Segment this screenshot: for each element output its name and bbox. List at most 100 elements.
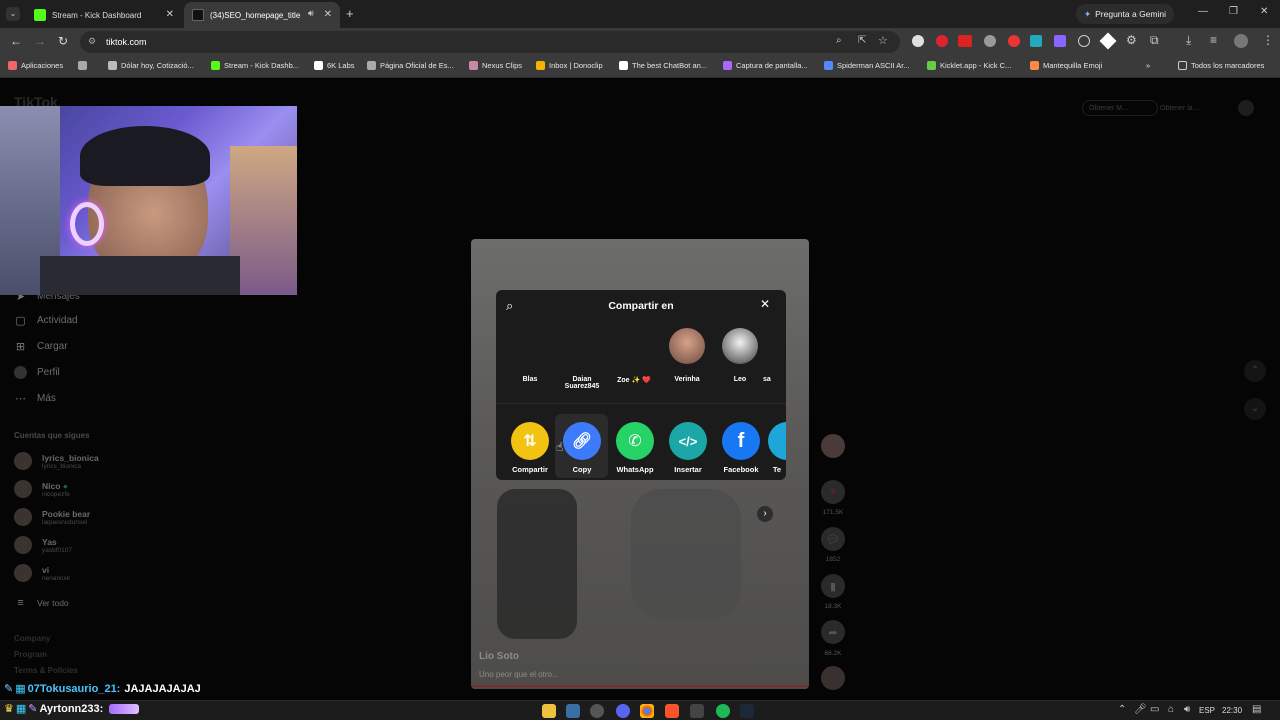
back-icon[interactable]: ← (10, 34, 22, 48)
brave-icon[interactable] (665, 704, 679, 718)
bookmark-item[interactable]: Página Oficial de Es... (367, 61, 454, 70)
share-contact[interactable]: sa (763, 376, 783, 383)
forward-icon[interactable]: → (34, 34, 46, 48)
close-tab-icon[interactable]: ✕ (324, 9, 332, 20)
chrome-icon[interactable] (640, 704, 654, 718)
bookmark-item[interactable]: Dólar hoy, Cotizació... (108, 61, 194, 70)
contact-avatar[interactable] (722, 328, 758, 364)
network-icon[interactable]: ⌂ (1168, 704, 1174, 715)
bookmark-item[interactable]: The best ChatBot an... (619, 61, 707, 70)
file-explorer-icon[interactable] (542, 704, 556, 718)
gemini-button[interactable]: ✦ Pregunta a Gemini (1076, 4, 1174, 24)
media-icon[interactable]: ≡ (1210, 33, 1217, 47)
volume-icon[interactable]: 🔊︎ (1184, 704, 1190, 715)
extension-icon[interactable] (1054, 35, 1066, 47)
extension-icon[interactable] (1008, 35, 1020, 47)
sidebar-item-more[interactable]: ⋯ Más (14, 392, 56, 405)
bookmark-item[interactable]: Inbox | Donoclip (536, 61, 603, 70)
share-contact[interactable]: Verinha (662, 376, 712, 383)
prev-video-icon[interactable]: ⌃ (1244, 360, 1266, 382)
extension-icon[interactable] (984, 35, 996, 47)
bookmark-item[interactable]: Stream - Kick Dashb... (211, 61, 299, 70)
share-option-embed[interactable]: </> Insertar (663, 422, 713, 474)
tray-icon[interactable]: ▭ (1150, 704, 1159, 715)
share-option-facebook[interactable]: f Facebook (716, 422, 766, 474)
reload-icon[interactable]: ↻ (58, 34, 68, 48)
info-icon[interactable] (1078, 35, 1090, 47)
tab-search-icon[interactable]: ⌄ (6, 7, 20, 21)
extension-icon[interactable]: ⚙ (1126, 33, 1137, 47)
extension-icon[interactable] (1030, 35, 1042, 47)
profile-avatar[interactable] (1234, 34, 1248, 48)
next-video-icon[interactable]: ⌄ (1244, 398, 1266, 420)
following-account[interactable]: lyrics_bionica lyrics_bionica (14, 452, 99, 470)
clock[interactable]: 22:30 (1222, 706, 1242, 715)
steam-icon[interactable] (566, 704, 580, 718)
language-indicator[interactable]: ESP (1199, 706, 1215, 715)
comment-icon[interactable]: 💬︎ (821, 527, 845, 551)
extension-icon[interactable] (936, 35, 948, 47)
bookmark-icon[interactable]: ▮ (821, 574, 845, 598)
app-icon[interactable] (690, 704, 704, 718)
site-info-icon[interactable]: ⚙ (88, 36, 96, 47)
share-option-telegram[interactable]: Te (768, 422, 786, 474)
bookmark-item[interactable]: Aplicaciones (8, 61, 63, 70)
footer-link[interactable]: Program (14, 650, 47, 659)
adblock-icon[interactable] (958, 35, 972, 47)
video-progress-bar[interactable] (471, 685, 809, 687)
all-bookmarks[interactable]: Todos los marcadores (1178, 61, 1264, 70)
share-icon[interactable]: ➦ (821, 620, 845, 644)
scroll-right-icon[interactable]: › (757, 506, 773, 522)
tab-kick-dashboard[interactable]: Stream - Kick Dashboard ✕ (26, 2, 182, 28)
new-tab-icon[interactable]: + (346, 6, 354, 21)
footer-link[interactable]: Company (14, 634, 50, 643)
following-account[interactable]: Nico ● nicopezfe (14, 480, 70, 498)
user-avatar[interactable] (1238, 100, 1254, 116)
bookmark-item[interactable]: Kicklet.app - Kick C... (927, 61, 1011, 70)
more-bookmarks-icon[interactable]: » (1146, 61, 1150, 70)
zoom-icon[interactable]: ⌕ (836, 35, 842, 46)
bookmark-item[interactable]: Mantequilla Emoji (1030, 61, 1102, 70)
discord-icon[interactable] (616, 704, 630, 718)
bookmark-item[interactable]: Captura de pantalla... (723, 61, 808, 70)
bookmark-item[interactable]: Nexus Clips (469, 61, 522, 70)
see-all-link[interactable]: ≡ Ver todo (14, 596, 68, 609)
bookmark-grid[interactable] (78, 61, 91, 70)
bookmark-item[interactable]: 6K Labs (314, 61, 355, 70)
share-contact[interactable]: Zoe ✨ ❤️ (609, 376, 659, 384)
steam-icon[interactable] (740, 704, 754, 718)
spotify-icon[interactable] (716, 704, 730, 718)
address-bar[interactable]: ⚙ tiktok.com ⌕ ⇱ ☆ (80, 31, 900, 53)
close-icon[interactable]: ✕ (760, 297, 770, 311)
extension-icon[interactable] (912, 35, 924, 47)
obs-icon[interactable] (590, 704, 604, 718)
bookmark-star-icon[interactable]: ☆ (878, 34, 888, 47)
tray-arrow-icon[interactable]: ⌃ (1118, 704, 1126, 715)
extension-icon[interactable] (1099, 32, 1117, 50)
footer-link[interactable]: Terms & Policies (14, 666, 78, 675)
bookmark-item[interactable]: Spiderman ASCII Ar... (824, 61, 910, 70)
like-icon[interactable]: ♥ (821, 480, 845, 504)
notifications-icon[interactable]: ▤ (1252, 704, 1261, 715)
sidebar-item-profile[interactable]: Perfil (14, 366, 60, 379)
menu-icon[interactable]: ⋮ (1262, 33, 1274, 47)
restore-icon[interactable]: ❐ (1229, 6, 1238, 17)
audio-icon[interactable]: 🔊︎ (308, 8, 314, 19)
sidebar-item-activity[interactable]: ▢ Actividad (14, 314, 77, 327)
get-coins-button[interactable]: Obtener M... (1082, 100, 1158, 116)
creator-avatar[interactable] (821, 434, 845, 458)
share-option-copy[interactable]: 🔗︎ Copy (557, 422, 607, 474)
get-app-button[interactable]: Obtener la ... (1160, 100, 1230, 116)
share-option-repost[interactable]: ⇅ Compartir (505, 422, 555, 474)
close-tab-icon[interactable]: ✕ (166, 9, 174, 20)
following-account[interactable]: Yas yasbf0107 (14, 536, 72, 554)
tab-tiktok[interactable]: (34)SEO_homepage_title 🔊︎ ✕ (184, 2, 340, 28)
following-account[interactable]: Pookie bear laquesncdunsel (14, 508, 90, 526)
sidebar-item-upload[interactable]: ⊞ Cargar (14, 340, 68, 353)
share-contact[interactable]: Blas (505, 376, 555, 383)
microphone-icon[interactable]: 🎤︎ (1134, 704, 1147, 715)
music-disc-icon[interactable] (821, 666, 845, 690)
share-option-whatsapp[interactable]: ✆ WhatsApp (610, 422, 660, 474)
close-window-icon[interactable]: ✕ (1260, 6, 1268, 17)
share-contact[interactable]: Daian Suarez845 (557, 376, 607, 390)
